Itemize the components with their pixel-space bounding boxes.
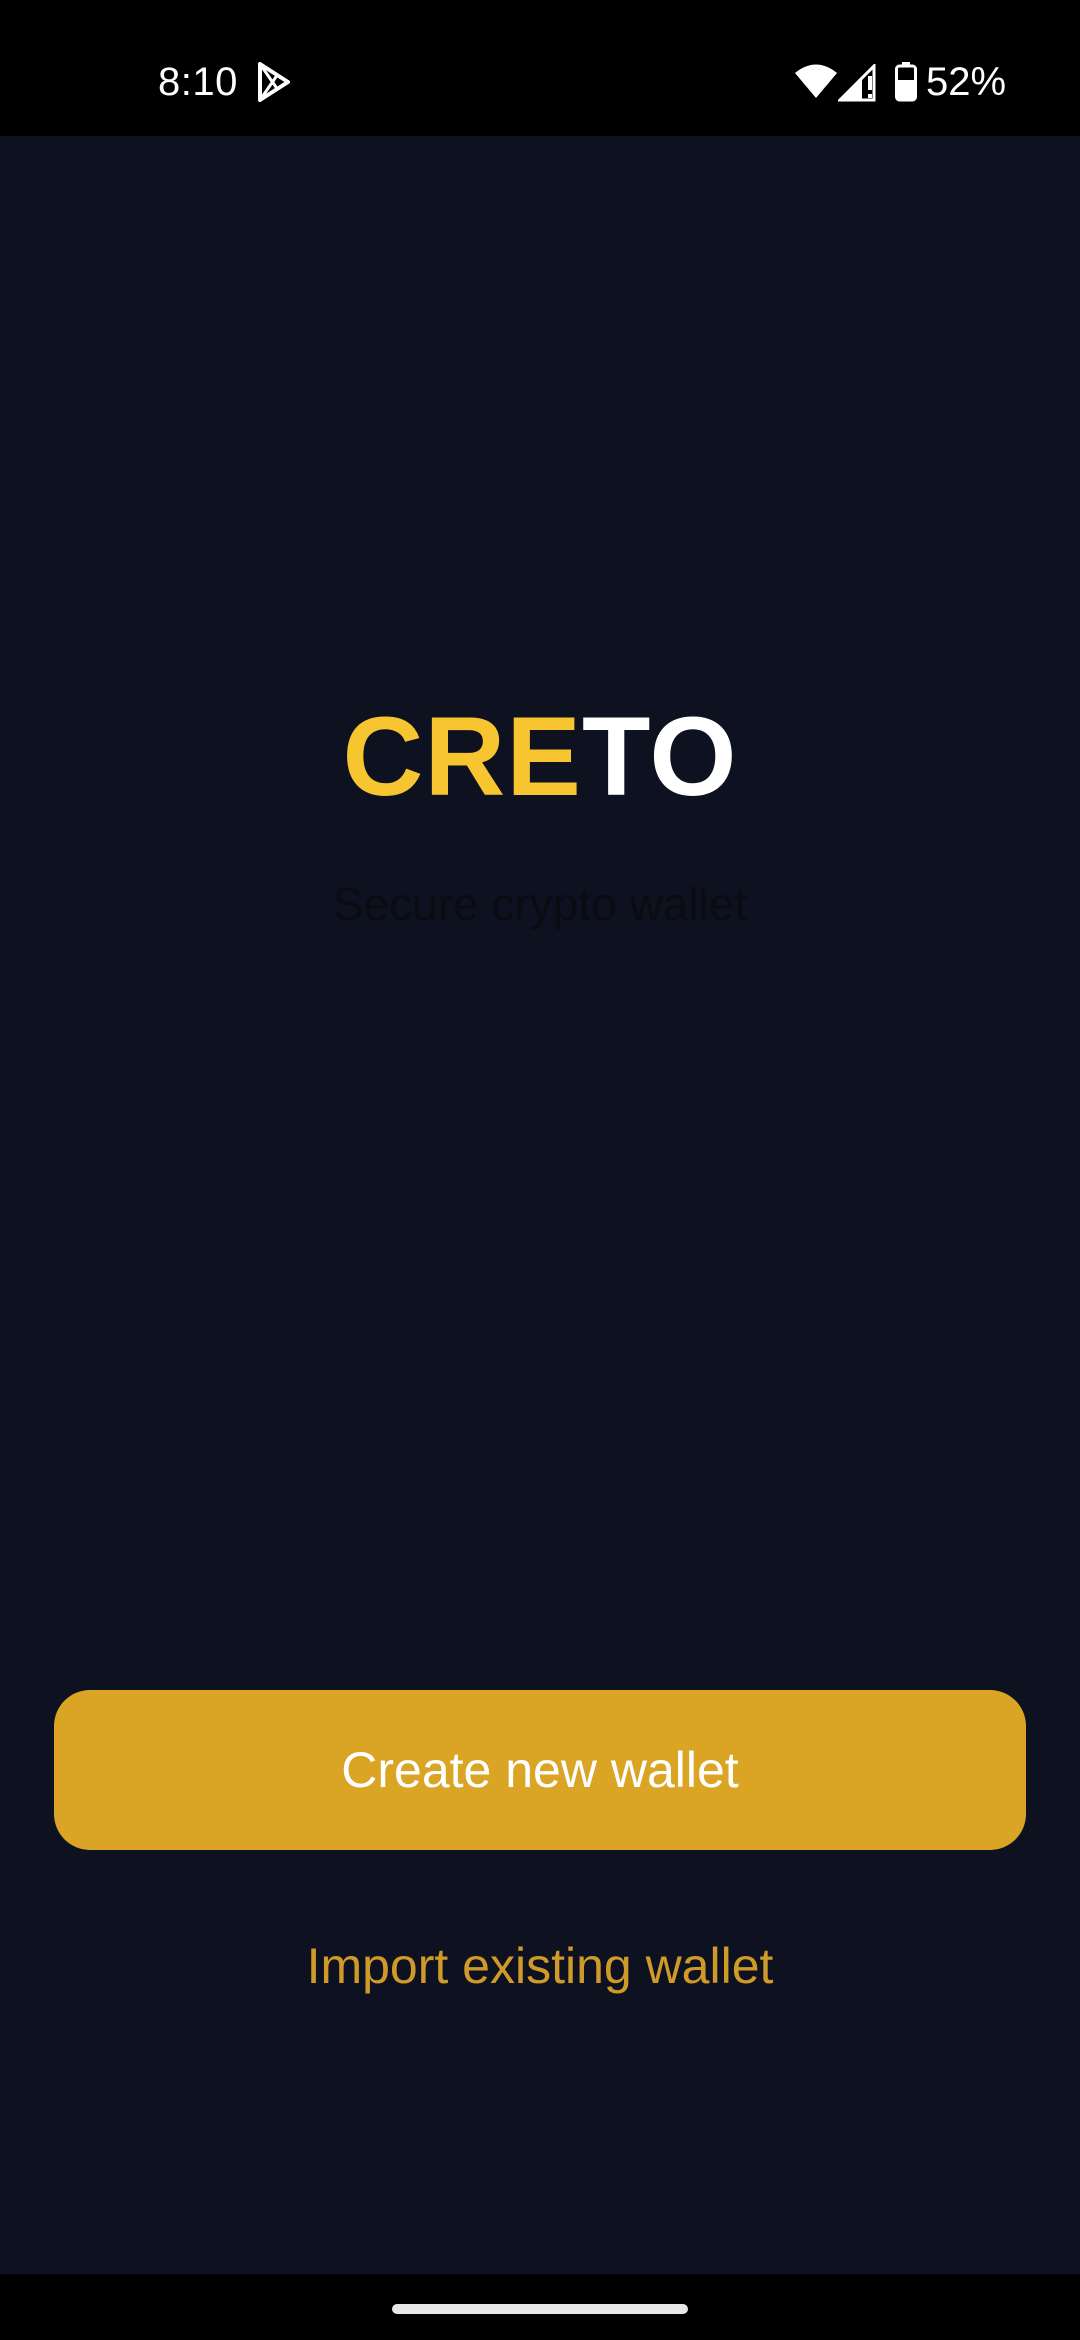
app-logo: CRETO [0,692,1080,822]
home-gesture-handle[interactable] [392,2304,688,2314]
create-wallet-button[interactable]: Create new wallet [54,1690,1026,1850]
logo-accent-text: CRE [342,694,582,819]
battery-icon [895,62,917,102]
import-wallet-link[interactable]: Import existing wallet [0,1934,1080,1998]
play-store-icon [258,62,290,102]
signal-icon [838,64,876,102]
app-tagline: Secure crypto wallet [332,878,748,930]
navigation-bar [0,2274,1080,2340]
wifi-icon [795,64,837,98]
logo-rest-text: TO [581,694,738,819]
status-time: 8:10 [158,60,238,104]
app-screen: 8:10 52% CRETO Secure crypto wallet Crea… [0,0,1080,2340]
status-bar: 8:10 52% [0,0,1080,136]
battery-percentage: 52% [926,60,1007,104]
